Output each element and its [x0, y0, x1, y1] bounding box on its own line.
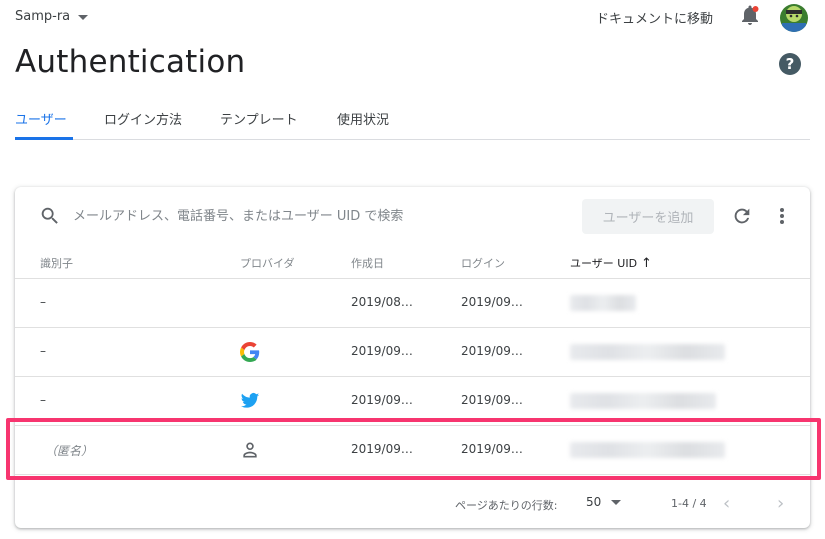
cell-created: 2019/09… [351, 393, 413, 407]
next-page-icon[interactable]: › [777, 493, 784, 514]
rows-per-page-value: 50 [586, 495, 602, 509]
avatar[interactable] [780, 4, 808, 32]
tab-sign-in-method[interactable]: ログイン方法 [104, 109, 182, 128]
tab-users[interactable]: ユーザー [15, 109, 67, 128]
more-vert-icon[interactable] [773, 205, 791, 227]
project-selector[interactable]: Samp-ra [15, 9, 89, 24]
table-row[interactable]: – 2019/09… 2019/09… [15, 328, 810, 377]
google-icon [240, 342, 260, 362]
tab-usage[interactable]: 使用状況 [337, 109, 389, 128]
project-name: Samp-ra [15, 9, 71, 24]
column-identifier[interactable]: 識別子 [40, 255, 73, 271]
rows-per-page-select[interactable]: 50 [586, 495, 622, 509]
cell-identifier: – [40, 295, 46, 309]
table-header: 識別子 プロバイダ 作成日 ログイン ユーザー UID ↑ [15, 245, 810, 279]
search-icon [39, 205, 61, 227]
prev-page-icon[interactable]: ‹ [723, 493, 730, 514]
cell-signed-in: 2019/09… [461, 295, 523, 309]
column-provider[interactable]: プロバイダ [240, 255, 295, 271]
cell-created: 2019/09… [351, 344, 413, 358]
add-user-button[interactable]: ユーザーを追加 [582, 199, 714, 234]
column-signed-in[interactable]: ログイン [461, 255, 505, 271]
notifications-bell-icon[interactable] [740, 5, 760, 27]
search-toolbar: ユーザーを追加 [15, 187, 810, 245]
help-icon[interactable]: ? [779, 53, 801, 75]
pagination-footer: ページあたりの行数: 50 1-4 / 4 ‹ › [15, 487, 810, 521]
highlight-box [6, 418, 821, 480]
tab-bar: ユーザー ログイン方法 テンプレート 使用状況 [15, 100, 810, 140]
table-row[interactable]: – 2019/08… 2019/09… [15, 279, 810, 328]
column-user-uid[interactable]: ユーザー UID ↑ [570, 255, 652, 271]
page-title: Authentication [15, 44, 246, 80]
chevron-down-icon [78, 14, 89, 20]
chevron-down-icon [611, 500, 622, 505]
pagination-range: 1-4 / 4 [671, 497, 707, 510]
cell-signed-in: 2019/09… [461, 344, 523, 358]
tab-templates[interactable]: テンプレート [220, 109, 298, 128]
top-bar: Samp-ra ドキュメントに移動 [0, 0, 825, 36]
column-created[interactable]: 作成日 [351, 255, 384, 271]
column-user-uid-label: ユーザー UID [570, 257, 638, 270]
cell-uid-redacted [570, 295, 636, 311]
cell-uid-redacted [570, 393, 716, 409]
twitter-icon [240, 391, 260, 411]
cell-identifier: – [40, 344, 46, 358]
refresh-icon[interactable] [731, 205, 753, 227]
docs-link[interactable]: ドキュメントに移動 [596, 8, 713, 27]
cell-created: 2019/08… [351, 295, 413, 309]
active-tab-indicator [15, 137, 73, 140]
cell-uid-redacted [570, 344, 725, 360]
cell-signed-in: 2019/09… [461, 393, 523, 407]
cell-identifier: – [40, 393, 46, 407]
sort-ascending-icon[interactable]: ↑ [641, 256, 652, 271]
search-input[interactable] [73, 205, 493, 227]
rows-per-page-label: ページあたりの行数: [455, 499, 558, 512]
